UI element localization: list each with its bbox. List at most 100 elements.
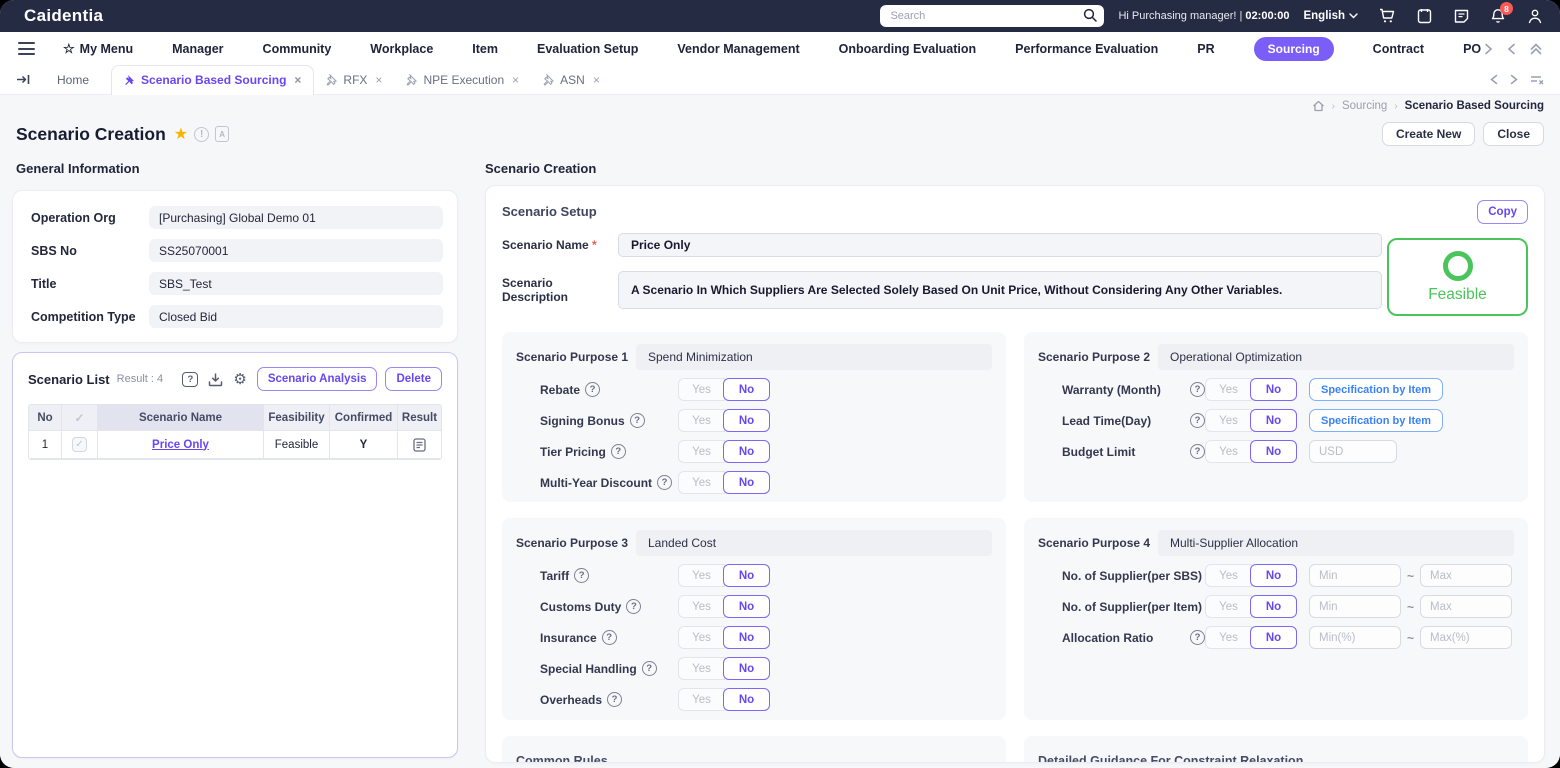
nav-item-sourcing-active[interactable]: Sourcing	[1254, 37, 1334, 61]
close-tab-icon[interactable]: ×	[294, 73, 301, 87]
cart-icon[interactable]	[1378, 7, 1396, 25]
home-icon[interactable]	[1312, 100, 1325, 112]
user-profile-icon[interactable]	[1526, 7, 1544, 25]
collapse-up-icon[interactable]	[1530, 43, 1542, 55]
toggle-no[interactable]: No	[1250, 378, 1297, 401]
note-icon[interactable]	[1452, 7, 1470, 25]
help-icon[interactable]	[182, 372, 198, 387]
help-circle-icon[interactable]	[657, 475, 672, 490]
delete-button[interactable]: Delete	[385, 367, 442, 391]
tabs-scroll-left-icon[interactable]	[1490, 74, 1498, 85]
toggle-no[interactable]: No	[723, 657, 770, 680]
toggle-yes[interactable]: Yes	[678, 657, 725, 680]
nav-item-vendor-management[interactable]: Vendor Management	[677, 42, 799, 56]
nav-item-my-menu[interactable]: ☆My Menu	[63, 41, 133, 57]
toggle-no[interactable]: No	[723, 595, 770, 618]
min-input[interactable]	[1309, 595, 1401, 618]
toggle-no[interactable]: No	[723, 471, 770, 494]
scenario-description-input[interactable]: A Scenario In Which Suppliers Are Select…	[618, 271, 1382, 309]
close-tab-icon[interactable]: ×	[593, 73, 600, 87]
toggle-yes[interactable]: Yes	[1205, 626, 1252, 649]
row-checkbox[interactable]	[72, 437, 87, 452]
tab-rfx[interactable]: RFX×	[314, 65, 394, 95]
toggle-no[interactable]: No	[723, 378, 770, 401]
breadcrumb-sourcing[interactable]: Sourcing	[1342, 100, 1387, 112]
toggle-no[interactable]: No	[723, 440, 770, 463]
scenario-link[interactable]: Price Only	[152, 439, 209, 451]
toggle-no[interactable]: No	[723, 564, 770, 587]
scenario-name-input[interactable]: Price Only	[618, 233, 1382, 257]
toggle-no[interactable]: No	[1250, 440, 1297, 463]
notifications-bell-icon[interactable]: 8	[1489, 7, 1507, 25]
close-all-tabs-icon[interactable]	[1530, 74, 1544, 86]
nav-scroll-right-icon[interactable]	[1484, 43, 1493, 55]
toggle-yes[interactable]: Yes	[678, 688, 725, 711]
help-circle-icon[interactable]	[607, 692, 622, 707]
toggle-yes[interactable]: Yes	[678, 378, 725, 401]
nav-item-onboarding-evaluation[interactable]: Onboarding Evaluation	[839, 42, 977, 56]
tabs-scroll-right-icon[interactable]	[1510, 74, 1518, 85]
toggle-no[interactable]: No	[723, 409, 770, 432]
specification-by-item-button[interactable]: Specification by Item	[1309, 378, 1443, 401]
toggle-no[interactable]: No	[723, 626, 770, 649]
help-circle-icon[interactable]	[642, 661, 657, 676]
purpose-1-value[interactable]: Spend Minimization	[636, 344, 992, 370]
toggle-yes[interactable]: Yes	[678, 626, 725, 649]
close-tab-icon[interactable]: ×	[512, 73, 519, 87]
min-percent-input[interactable]	[1309, 626, 1401, 649]
toggle-yes[interactable]: Yes	[678, 595, 725, 618]
help-circle-icon[interactable]	[585, 382, 600, 397]
close-button[interactable]: Close	[1483, 122, 1544, 146]
help-circle-icon[interactable]	[574, 568, 589, 583]
nav-scroll-left-icon[interactable]	[1507, 43, 1516, 55]
help-circle-icon[interactable]	[1190, 382, 1205, 397]
info-icon[interactable]	[194, 127, 209, 142]
nav-item-performance-evaluation[interactable]: Performance Evaluation	[1015, 42, 1158, 56]
toggle-yes[interactable]: Yes	[1205, 440, 1252, 463]
toggle-no[interactable]: No	[1250, 595, 1297, 618]
toggle-no[interactable]: No	[1250, 409, 1297, 432]
result-report-icon[interactable]	[413, 438, 426, 452]
purpose-2-value[interactable]: Operational Optimization	[1158, 344, 1514, 370]
settings-gear-icon[interactable]: ⚙	[233, 372, 246, 387]
max-input[interactable]	[1420, 595, 1512, 618]
help-circle-icon[interactable]	[602, 630, 617, 645]
budget-currency-input[interactable]	[1309, 440, 1397, 463]
pin-sidebar-icon[interactable]	[16, 73, 31, 86]
toggle-yes[interactable]: Yes	[678, 440, 725, 463]
nav-item-manager[interactable]: Manager	[172, 42, 223, 56]
toggle-yes[interactable]: Yes	[678, 564, 725, 587]
max-percent-input[interactable]	[1420, 626, 1512, 649]
help-circle-icon[interactable]	[1190, 630, 1205, 645]
tab-home[interactable]: Home	[57, 73, 89, 87]
nav-item-contract[interactable]: Contract	[1373, 42, 1424, 56]
toggle-yes[interactable]: Yes	[678, 409, 725, 432]
toggle-yes[interactable]: Yes	[678, 471, 725, 494]
select-all-check-icon[interactable]	[72, 410, 87, 425]
favorite-star-icon[interactable]: ★	[174, 124, 188, 144]
tab-asn[interactable]: ASN×	[531, 65, 612, 95]
search-input[interactable]	[880, 5, 1104, 27]
nav-item-community[interactable]: Community	[263, 42, 332, 56]
help-circle-icon[interactable]	[1190, 413, 1205, 428]
toggle-no[interactable]: No	[723, 688, 770, 711]
download-icon[interactable]	[208, 372, 223, 387]
copy-button[interactable]: Copy	[1477, 200, 1528, 224]
tab-scenario-based-sourcing[interactable]: Scenario Based Sourcing×	[111, 65, 314, 96]
nav-item-evaluation-setup[interactable]: Evaluation Setup	[537, 42, 638, 56]
specification-by-item-button[interactable]: Specification by Item	[1309, 409, 1443, 432]
manual-doc-icon[interactable]	[215, 126, 229, 142]
nav-item-item[interactable]: Item	[472, 42, 498, 56]
max-input[interactable]	[1420, 564, 1512, 587]
language-selector[interactable]: English	[1303, 10, 1358, 22]
help-circle-icon[interactable]	[611, 444, 626, 459]
toggle-yes[interactable]: Yes	[1205, 564, 1252, 587]
nav-item-po[interactable]: PO	[1463, 42, 1481, 56]
help-circle-icon[interactable]	[626, 599, 641, 614]
nav-item-pr[interactable]: PR	[1197, 42, 1214, 56]
purpose-3-value[interactable]: Landed Cost	[636, 530, 992, 556]
toggle-yes[interactable]: Yes	[1205, 378, 1252, 401]
toggle-no[interactable]: No	[1250, 626, 1297, 649]
toggle-no[interactable]: No	[1250, 564, 1297, 587]
nav-item-workplace[interactable]: Workplace	[370, 42, 433, 56]
